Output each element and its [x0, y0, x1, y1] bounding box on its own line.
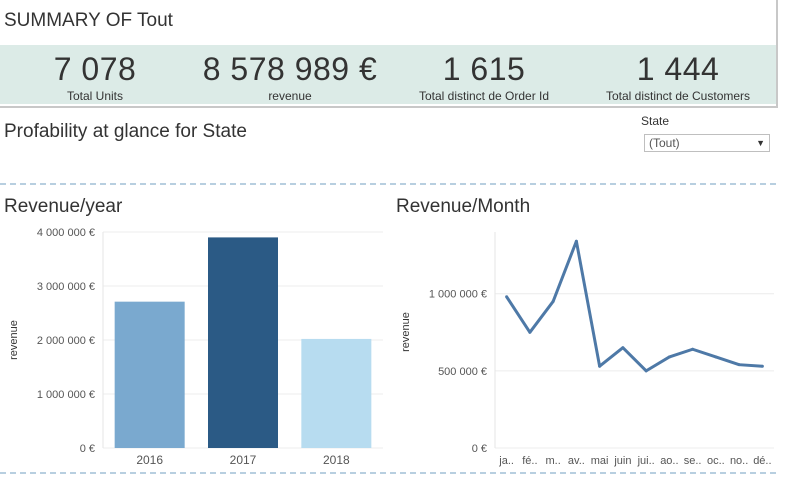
section-divider	[0, 183, 776, 185]
y-tick-label: 2 000 000 €	[37, 335, 95, 347]
state-filter-label: State	[641, 114, 670, 128]
line-point-3	[574, 239, 578, 243]
x-tick-label: fé..	[522, 455, 537, 467]
line-point-11	[760, 364, 764, 368]
x-tick-label: m..	[545, 455, 560, 467]
summary-title: SUMMARY OF Tout	[4, 10, 173, 31]
x-tick-label: mai	[591, 455, 609, 467]
x-tick-label: no..	[730, 455, 748, 467]
y-tick-label: 500 000 €	[438, 366, 487, 378]
bar-2016	[114, 301, 185, 448]
x-tick-label: ao..	[660, 455, 678, 467]
bottom-divider	[0, 472, 776, 474]
kpi-label: Total distinct de Customers	[605, 89, 751, 103]
line-point-6	[644, 369, 648, 373]
line-point-0	[505, 295, 509, 299]
state-filter-value: (Tout)	[649, 136, 680, 150]
revenue-year-title: Revenue/year	[4, 196, 123, 217]
line-point-9	[714, 355, 718, 359]
x-tick-label: oc..	[707, 455, 725, 467]
kpi-distinct-customers[interactable]: 1 444 Total distinct de Customers	[588, 45, 768, 104]
revenue-year-chart[interactable]: 0 € 1 000 000 € 2 000 000 € 3 000 000 € 4 00…	[0, 222, 390, 472]
kpi-value: 1 444	[636, 51, 720, 87]
y-tick-label: 0 €	[80, 443, 95, 455]
kpi-distinct-orders[interactable]: 1 615 Total distinct de Order Id	[404, 45, 564, 104]
line-point-7	[667, 355, 671, 359]
kpi-revenue[interactable]: 8 578 989 € revenue	[190, 45, 390, 104]
y-tick-label: 4 000 000 €	[37, 227, 95, 239]
kpi-value: 7 078	[53, 51, 137, 87]
kpi-label: Total Units	[66, 89, 124, 103]
y-tick-label: 3 000 000 €	[37, 281, 95, 293]
section-title: Profability at glance for State	[4, 121, 247, 142]
revenue-month-title: Revenue/Month	[396, 196, 531, 217]
line-point-8	[691, 347, 695, 351]
state-filter-dropdown[interactable]: (Tout) ▼	[644, 134, 770, 152]
x-tick-label: ja..	[498, 455, 514, 467]
revenue-month-line	[505, 239, 763, 373]
bar-2017	[208, 237, 278, 448]
x-tick-label: se..	[684, 455, 702, 467]
revenue-month-chart[interactable]: 0 € 500 000 € 1 000 000 € revenue ja.. fé.. m.…	[392, 222, 784, 472]
kpi-band: 7 078 Total Units 8 578 989 € revenue 1 …	[0, 45, 776, 104]
line-point-10	[737, 363, 741, 367]
line-point-5	[621, 346, 625, 350]
line-point-2	[551, 299, 555, 303]
x-tick-label: 2018	[323, 453, 350, 467]
y-tick-label: 1 000 000 €	[429, 289, 487, 301]
kpi-value: 1 615	[442, 51, 526, 87]
y-tick-label: 0 €	[472, 443, 487, 455]
kpi-label: Total distinct de Order Id	[418, 89, 550, 103]
x-tick-label: jui..	[637, 455, 655, 467]
bar-2018	[301, 338, 372, 448]
x-tick-label: 2016	[136, 453, 163, 467]
kpi-label: revenue	[268, 89, 312, 103]
y-axis-label: revenue	[8, 320, 20, 360]
x-tick-label: av..	[568, 455, 585, 467]
kpi-value: 8 578 989 €	[202, 51, 378, 87]
x-tick-label: dé..	[753, 455, 771, 467]
x-tick-label: 2017	[230, 453, 257, 467]
y-axis-label: revenue	[400, 312, 412, 352]
y-tick-label: 1 000 000 €	[37, 389, 95, 401]
line-point-1	[528, 330, 532, 334]
line-point-4	[598, 364, 602, 368]
kpi-total-units[interactable]: 7 078 Total Units	[15, 45, 175, 104]
x-tick-label: juin	[613, 455, 631, 467]
chevron-down-icon[interactable]: ▼	[756, 135, 765, 151]
